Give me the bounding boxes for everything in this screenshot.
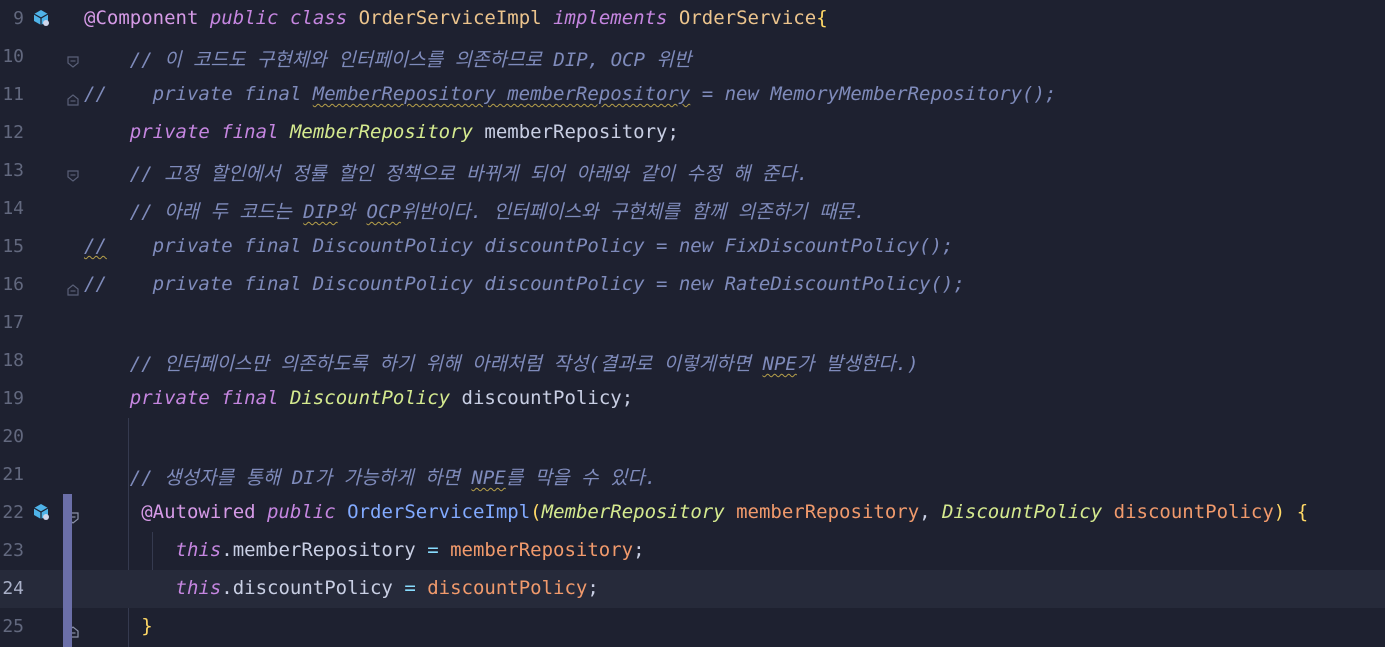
code-text: } [141,615,153,637]
line-number: 21 [2,464,24,485]
code-line[interactable]: 23 this.memberRepository = memberReposit… [0,532,1385,570]
line-number: 11 [2,84,24,105]
line-number: 24 [2,578,24,599]
code-text: @Autowired public OrderServiceImpl(Membe… [141,501,1309,523]
line-number: 22 [2,502,24,523]
code-text: // 이 코드도 구현체와 인터페이스를 의존하므로 DIP, OCP 위반 [84,49,692,71]
code-line[interactable]: 13 // 고정 할인에서 정률 할인 정책으로 바뀌게 되어 아래와 같이 수… [0,152,1385,190]
code-text: this.discountPolicy = discountPolicy; [175,577,599,599]
code-text: // private final DiscountPolicy discount… [84,273,965,295]
line-number: 15 [2,236,24,257]
spring-autowire-icon[interactable] [32,503,50,521]
line-number: 23 [2,540,24,561]
code-line[interactable]: 18 // 인터페이스만 의존하도록 하기 위해 아래처럼 작성(결과로 이렇게… [0,342,1385,380]
code-line[interactable]: 22 @Autowired public OrderServiceImpl(Me… [0,494,1385,532]
line-number: 20 [2,426,24,447]
code-line[interactable]: 10 // 이 코드도 구현체와 인터페이스를 의존하므로 DIP, OCP 위… [0,38,1385,76]
vcs-change-bar-overlay [63,494,72,647]
line-number: 12 [2,122,24,143]
line-number: 9 [13,8,24,29]
code-text: // 아래 두 코드는 DIP와 OCP위반이다. 인터페이스와 구현체를 함께… [84,201,866,223]
code-text: @Component public class OrderServiceImpl… [84,7,828,29]
line-number: 25 [2,616,24,637]
spring-bean-icon[interactable] [32,9,50,27]
line-number: 19 [2,388,24,409]
line-number: 13 [2,160,24,181]
line-number: 17 [2,312,24,333]
code-line[interactable]: 11 // private final MemberRepository mem… [0,76,1385,114]
code-line[interactable]: 14 // 아래 두 코드는 DIP와 OCP위반이다. 인터페이스와 구현체를… [0,190,1385,228]
line-number: 16 [2,274,24,295]
code-line[interactable]: 12 private final MemberRepository member… [0,114,1385,152]
code-line[interactable]: 17 [0,304,1385,342]
line-number: 18 [2,350,24,371]
line-number: 10 [2,46,24,67]
code-line[interactable]: 21 // 생성자를 통해 DI가 가능하게 하면 NPE를 막을 수 있다. [0,456,1385,494]
code-text: private final MemberRepository memberRep… [129,121,679,143]
code-text: // 생성자를 통해 DI가 가능하게 하면 NPE를 막을 수 있다. [84,467,657,489]
code-text: // 고정 할인에서 정률 할인 정책으로 바뀌게 되어 아래와 같이 수정 해… [84,163,809,185]
code-line[interactable]: 9 @Component public class OrderServiceIm… [0,0,1385,38]
code-line-current[interactable]: 24 this.discountPolicy = discountPolicy; [0,570,1385,608]
fold-icon[interactable] [67,165,79,182]
fold-icon[interactable] [67,89,79,106]
code-text: // 인터페이스만 의존하도록 하기 위해 아래처럼 작성(결과로 이렇게하면 … [84,353,919,375]
code-text: this.memberRepository = memberRepository… [175,539,645,561]
code-line[interactable]: 16 // private final DiscountPolicy disco… [0,266,1385,304]
code-line[interactable]: 20 [0,418,1385,456]
fold-icon[interactable] [67,279,79,296]
code-line[interactable]: 19 private final DiscountPolicy discount… [0,380,1385,418]
code-editor[interactable]: 9 @Component public class OrderServiceIm… [0,0,1385,647]
fold-icon[interactable] [67,51,79,68]
line-number: 14 [2,198,24,219]
code-line[interactable]: 15 // private final DiscountPolicy disco… [0,228,1385,266]
code-text: private final DiscountPolicy discountPol… [129,387,634,409]
code-line[interactable]: 25 } [0,608,1385,646]
code-text: // private final MemberRepository member… [84,83,1057,105]
code-text: // private final DiscountPolicy discount… [84,235,954,257]
